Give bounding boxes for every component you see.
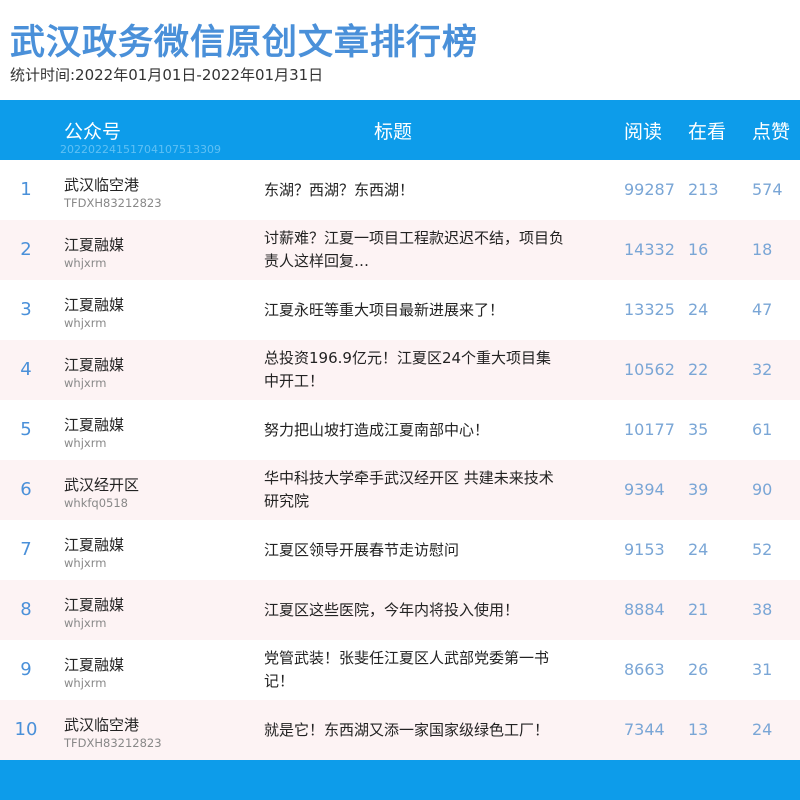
ranking-table: 1 武汉临空港 TFDXH83212823 东湖？西湖？东西湖！ 99287 2… [0,160,800,760]
article-title[interactable]: 东湖？西湖？东西湖！ [264,160,564,220]
table-row: 8 江夏融媒 whjxrm 江夏区这些医院，今年内将投入使用！ 8884 21 … [0,580,800,640]
account-name: 江夏融媒 [64,656,125,674]
like-count: 574 [752,180,783,199]
rank-number: 5 [20,419,32,440]
account-id: whjxrm [64,316,107,330]
rank-number: 10 [14,719,38,740]
header-watermark-stamp: 20220224151704107513309 [60,143,221,156]
article-title[interactable]: 江夏区领导开展春节走访慰问 [264,520,564,580]
like-count: 24 [752,720,773,739]
read-count: 10177 [624,420,675,439]
watch-count: 24 [688,540,709,559]
watch-count: 21 [688,600,709,619]
article-title[interactable]: 江夏区这些医院，今年内将投入使用！ [264,580,564,640]
like-count: 18 [752,240,773,259]
like-count: 52 [752,540,773,559]
account-id: whkfq0518 [64,496,128,510]
rank-number: 8 [20,599,32,620]
like-count: 61 [752,420,773,439]
page-title: 武汉政务微信原创文章排行榜 [10,23,479,63]
read-count: 8884 [624,600,665,619]
article-title[interactable]: 党管武装！张斐任江夏区人武部党委第一书记！ [264,640,564,700]
read-count: 7344 [624,720,665,739]
read-count: 8663 [624,660,665,679]
table-row: 1 武汉临空港 TFDXH83212823 东湖？西湖？东西湖！ 99287 2… [0,160,800,220]
account-id: whjxrm [64,556,107,570]
account-name: 江夏融媒 [64,296,125,314]
table-row: 4 江夏融媒 whjxrm 总投资196.9亿元！江夏区24个重大项目集中开工！… [0,340,800,400]
rank-number: 3 [20,299,32,320]
read-count: 99287 [624,180,675,199]
account-name: 江夏融媒 [64,416,125,434]
table-header: 公众号 标题 阅读 在看 点赞 20220224151704107513309 [0,100,800,160]
table-row: 3 江夏融媒 whjxrm 江夏永旺等重大项目最新进展来了！ 13325 24 … [0,280,800,340]
rank-number: 4 [20,359,32,380]
watch-count: 26 [688,660,709,679]
watch-count: 16 [688,240,709,259]
column-header-read: 阅读 [624,121,663,143]
account-name: 江夏融媒 [64,356,125,374]
watch-count: 213 [688,180,719,199]
table-row: 6 武汉经开区 whkfq0518 华中科技大学牵手武汉经开区 共建未来技术研究… [0,460,800,520]
column-header-title: 标题 [374,121,413,143]
table-row: 2 江夏融媒 whjxrm 讨薪难？江夏一项目工程款迟迟不结，项目负责人这样回复… [0,220,800,280]
rank-number: 7 [20,539,32,560]
account-id: TFDXH83212823 [64,736,162,750]
article-title[interactable]: 努力把山坡打造成江夏南部中心！ [264,400,564,460]
account-id: whjxrm [64,616,107,630]
read-count: 9153 [624,540,665,559]
table-row: 5 江夏融媒 whjxrm 努力把山坡打造成江夏南部中心！ 10177 35 6… [0,400,800,460]
watch-count: 39 [688,480,709,499]
article-title[interactable]: 讨薪难？江夏一项目工程款迟迟不结，项目负责人这样回复… [264,220,564,280]
account-name: 武汉经开区 [64,476,140,494]
watch-count: 22 [688,360,709,379]
like-count: 90 [752,480,773,499]
rank-number: 9 [20,659,32,680]
read-count: 14332 [624,240,675,259]
article-title[interactable]: 江夏永旺等重大项目最新进展来了！ [264,280,564,340]
rank-number: 1 [20,179,32,200]
like-count: 38 [752,600,773,619]
account-name: 江夏融媒 [64,236,125,254]
account-name: 武汉临空港 [64,716,140,734]
column-header-like: 点赞 [752,121,791,143]
like-count: 47 [752,300,773,319]
like-count: 31 [752,660,773,679]
table-row: 9 江夏融媒 whjxrm 党管武装！张斐任江夏区人武部党委第一书记！ 8663… [0,640,800,700]
column-header-account: 公众号 [64,121,122,143]
table-row: 10 武汉临空港 TFDXH83212823 就是它！东西湖又添一家国家级绿色工… [0,700,800,760]
like-count: 32 [752,360,773,379]
read-count: 13325 [624,300,675,319]
read-count: 9394 [624,480,665,499]
account-name: 江夏融媒 [64,596,125,614]
rank-number: 2 [20,239,32,260]
table-row: 7 江夏融媒 whjxrm 江夏区领导开展春节走访慰问 9153 24 52 [0,520,800,580]
account-name: 武汉临空港 [64,176,140,194]
article-title[interactable]: 华中科技大学牵手武汉经开区 共建未来技术研究院 [264,460,564,520]
watch-count: 35 [688,420,709,439]
account-id: whjxrm [64,436,107,450]
article-title[interactable]: 总投资196.9亿元！江夏区24个重大项目集中开工！ [264,340,564,400]
stat-period: 统计时间:2022年01月01日-2022年01月31日 [10,66,324,84]
watch-count: 13 [688,720,709,739]
article-title[interactable]: 就是它！东西湖又添一家国家级绿色工厂！ [264,700,564,760]
account-id: TFDXH83212823 [64,196,162,210]
account-id: whjxrm [64,676,107,690]
account-id: whjxrm [64,256,107,270]
watch-count: 24 [688,300,709,319]
column-header-watch: 在看 [688,121,727,143]
footer-bar [0,760,800,800]
account-id: whjxrm [64,376,107,390]
rank-number: 6 [20,479,32,500]
account-name: 江夏融媒 [64,536,125,554]
read-count: 10562 [624,360,675,379]
